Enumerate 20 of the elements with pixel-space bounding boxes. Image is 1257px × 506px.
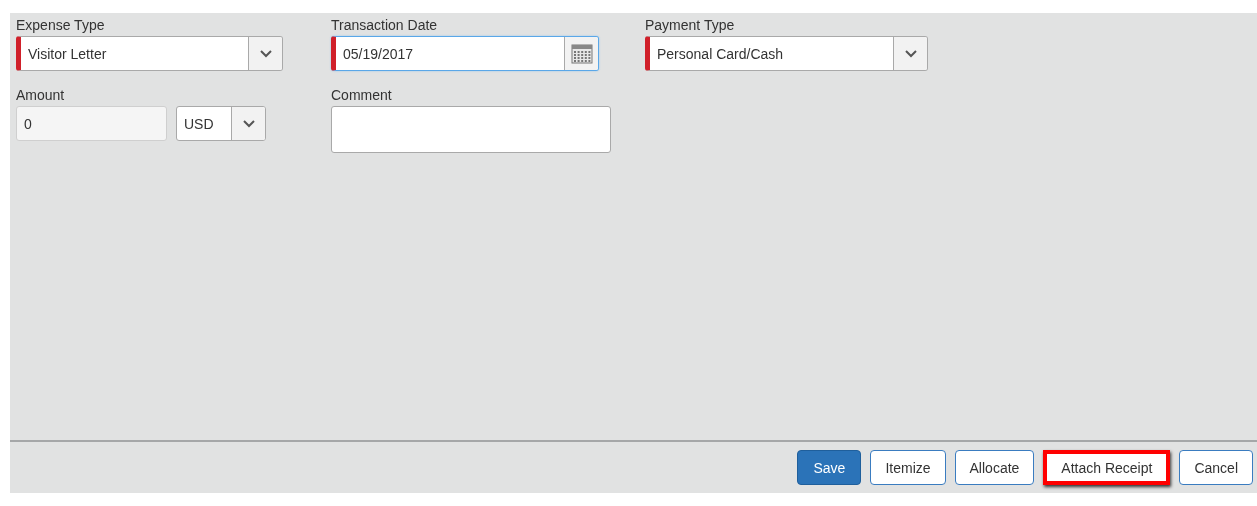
highlighted-button[interactable]: Attach Receipt xyxy=(1043,450,1171,485)
action-button[interactable]: Cancel xyxy=(1179,450,1253,485)
action-button[interactable]: Allocate xyxy=(954,450,1035,485)
action-button[interactable]: Save xyxy=(797,450,862,485)
field-label: Expense Type xyxy=(16,17,106,33)
chevron-down-icon[interactable] xyxy=(231,107,265,140)
dropdown-field[interactable]: Personal Card/Cash xyxy=(645,36,928,71)
date-field[interactable]: 05/19/2017 xyxy=(331,36,599,71)
action-button[interactable]: Itemize xyxy=(870,450,946,485)
field-label: Amount xyxy=(16,87,66,103)
chevron-down-icon[interactable] xyxy=(893,37,927,70)
calendar-icon[interactable] xyxy=(564,37,598,70)
field-label: Comment xyxy=(331,87,393,103)
field-label: Payment Type xyxy=(645,17,736,33)
chevron-down-icon[interactable] xyxy=(248,37,282,70)
amount-field[interactable]: 0 xyxy=(16,106,167,141)
field-label: Transaction Date xyxy=(331,17,439,33)
dropdown-field[interactable]: Visitor Letter xyxy=(16,36,283,71)
currency-dropdown[interactable]: USD xyxy=(176,106,266,141)
comment-field[interactable] xyxy=(331,106,611,153)
